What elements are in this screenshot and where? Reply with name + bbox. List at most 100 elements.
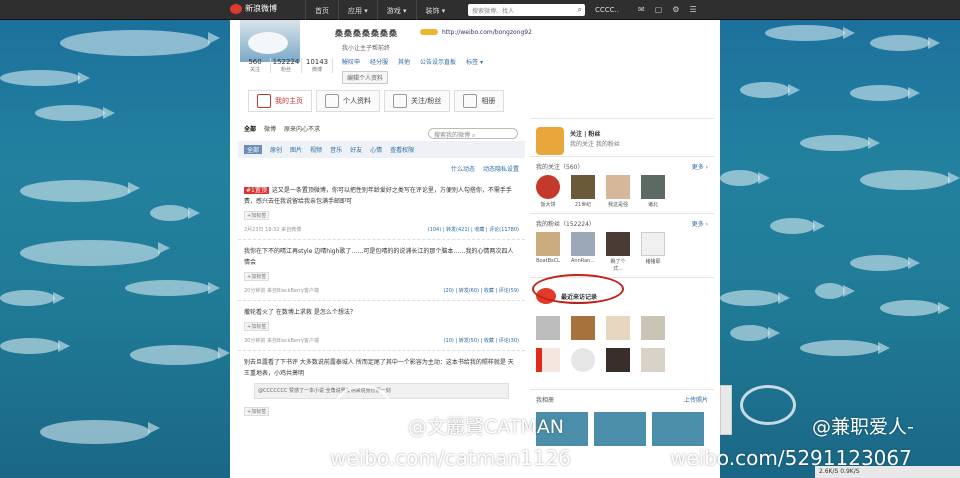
stat-fans[interactable]: 152224 粉丝	[271, 58, 302, 73]
tab-follow[interactable]: 关注/粉丝	[384, 90, 451, 112]
post-actions[interactable]: (104) | 转发(421) | 收藏 | 评论(11780)	[428, 226, 519, 233]
profile-name: 桑桑桑桑桑桑桑	[335, 29, 398, 38]
visitor-avatar[interactable]	[606, 348, 630, 374]
upload-photo-link[interactable]: 上传照片	[684, 395, 708, 404]
type-all[interactable]: 全部	[244, 145, 263, 154]
visitor-avatar[interactable]	[641, 348, 665, 374]
camera-icon	[463, 94, 478, 108]
add-tag-button[interactable]: +加标签	[244, 272, 270, 281]
activity-link[interactable]: 什么动态	[451, 164, 475, 173]
search-icon[interactable]: ⌕	[472, 132, 475, 139]
avatar[interactable]	[240, 20, 300, 62]
nav-decor[interactable]: 装饰 ▾	[415, 0, 455, 20]
app-icon[interactable]	[536, 127, 564, 155]
visitor-avatar[interactable]	[536, 348, 560, 374]
fan-user[interactable]: 瞧了个式...	[606, 232, 630, 272]
post-time[interactable]: 30分钟前 来自BlackBerry客户端	[244, 337, 319, 344]
activity-privacy-link[interactable]: 动态隐私设置	[483, 164, 519, 173]
following-user[interactable]: 21世纪	[571, 175, 595, 208]
type-mood[interactable]: 心情	[370, 145, 382, 154]
more-link[interactable]: 更多 ›	[692, 219, 708, 228]
weibo-logo[interactable]: 新浪微博	[230, 3, 277, 14]
post-text: 撒轮看火了 在数博上求救 是怎么个想法？	[244, 309, 356, 316]
profile-url[interactable]: http://weibo.com/bongzong92	[442, 29, 532, 36]
type-music[interactable]: 音乐	[330, 145, 342, 154]
weibo-eye-icon	[230, 3, 242, 14]
visitors-box: 最近来访记录	[530, 274, 714, 379]
visitor-avatar[interactable]	[606, 316, 630, 342]
weibo-watermark-icon	[740, 385, 796, 425]
gear-icon[interactable]: ⚙	[672, 5, 679, 14]
vip-badge-icon	[420, 29, 438, 35]
visitor-avatar[interactable]	[536, 316, 560, 342]
following-box: 我的关注（560） 更多 › 饭大饼 21世纪 我这是强 诸北	[530, 156, 714, 213]
fan-user[interactable]: BoatBsCL	[536, 232, 560, 272]
profile-page: 桑桑桑桑桑桑桑 http://weibo.com/bongzong92 我小让主…	[230, 20, 720, 478]
message-icon[interactable]: ▢	[655, 5, 663, 14]
top-right-icons: ✉ ▢ ⚙ ☰	[638, 5, 697, 14]
tags-dropdown[interactable]: 标签 ▾	[466, 57, 483, 66]
watermark-url: weibo.com/catman1126	[330, 446, 572, 470]
following-user[interactable]: 诸北	[641, 175, 665, 208]
logo-text: 新浪微博	[245, 4, 277, 13]
feed-settings-links: 什么动态 动态隐私设置	[238, 158, 525, 179]
nav-home[interactable]: 首页	[305, 0, 338, 20]
floating-tools[interactable]	[720, 385, 732, 435]
following-user[interactable]: 饭大饼	[536, 175, 560, 208]
search-input[interactable]: 搜索微博、找人 ⌕	[468, 4, 585, 16]
sidebar: 关注 | 粉丝 我的关注 我的粉丝 我的关注（560） 更多 › 饭大饼 21世纪…	[530, 118, 714, 451]
top-nav: 首页 应用 ▾ 游戏 ▾ 装饰 ▾	[305, 0, 454, 20]
meta-item[interactable]: 经分服	[370, 57, 388, 66]
feed-search-input[interactable]: 搜索我的微博 ⌕	[428, 128, 518, 139]
post-time[interactable]: 2月23日 18:32 来自微博	[244, 226, 301, 233]
search-icon[interactable]: ⌕	[578, 5, 582, 15]
meta-item[interactable]: 公告设示直板	[420, 57, 456, 66]
fans-box: 我的粉丝（152224） 更多 › BoatBsCL AnnRan... 瞧了个式…	[530, 213, 714, 277]
more-link[interactable]: 更多 ›	[692, 162, 708, 171]
watermark-handle: @文麗賢CATMAN	[408, 416, 564, 438]
menu-icon[interactable]: ☰	[689, 5, 696, 14]
following-user[interactable]: 我这是强	[606, 175, 630, 208]
meta-item[interactable]: 其他	[398, 57, 410, 66]
type-privacy[interactable]: 查看权限	[390, 145, 414, 154]
profile-tabs: 我的主页 个人资料 关注/粉丝 相册	[248, 90, 505, 112]
profile-stats: 560 关注 152224 粉丝 10143 微博	[240, 58, 333, 73]
add-tag-button[interactable]: +加标签	[244, 407, 270, 416]
edit-profile-button[interactable]: 编辑个人资料	[342, 71, 389, 84]
filter-custom[interactable]: 原来内心不求	[284, 124, 320, 133]
fan-user[interactable]: 猪猪耶	[641, 232, 665, 272]
type-friends[interactable]: 好友	[350, 145, 362, 154]
add-tag-button[interactable]: +加标签	[244, 322, 270, 331]
nav-apps[interactable]: 应用 ▾	[338, 0, 377, 20]
profile-meta: 鳗叹申 经分服 其他 公告设示直板 标签 ▾	[342, 57, 483, 66]
type-original[interactable]: 原创	[270, 145, 282, 154]
username-link[interactable]: CCCC..	[595, 6, 619, 14]
type-image[interactable]: 图片	[290, 145, 302, 154]
pinned-tag: #1置顶	[244, 187, 269, 194]
post-actions[interactable]: (10) | 转发(50) | 收藏 | 评论(30)	[444, 337, 519, 344]
photo-thumb[interactable]	[652, 412, 704, 446]
network-status-bar: 2.6K/S 0.9K/S	[815, 466, 960, 478]
meta-item[interactable]: 鳗叹申	[342, 57, 360, 66]
tab-album[interactable]: 相册	[454, 90, 505, 112]
filter-all[interactable]: 全部	[244, 124, 256, 133]
tab-home[interactable]: 我的主页	[248, 90, 312, 112]
post-actions[interactable]: (20) | 转发(60) | 收藏 | 评论(59)	[444, 287, 519, 294]
stat-posts[interactable]: 10143 微博	[302, 58, 333, 73]
photo-thumb[interactable]	[594, 412, 646, 446]
nav-games[interactable]: 游戏 ▾	[376, 0, 416, 20]
stat-following[interactable]: 560 关注	[240, 58, 271, 73]
post-item: #1置顶 这又是一条置顶微博，你可以把性别年龄爱好之类写在评论里，方便别人勾搭你，…	[238, 179, 525, 240]
post-time[interactable]: 20分钟前 来自BlackBerry客户端	[244, 287, 319, 294]
tab-profile[interactable]: 个人资料	[316, 90, 380, 112]
type-video[interactable]: 视频	[310, 145, 322, 154]
mail-icon[interactable]: ✉	[638, 5, 645, 14]
filter-weibo[interactable]: 微博	[264, 124, 276, 133]
fan-user[interactable]: AnnRan...	[571, 232, 595, 272]
profile-description: 我小让主子帮前终	[342, 45, 391, 52]
add-tag-button[interactable]: +加标签	[244, 211, 270, 220]
visitor-avatar[interactable]	[641, 316, 665, 342]
visitor-avatar[interactable]	[571, 348, 595, 374]
post-text: 我你在下不的晴江再style 边晴high歌了……可是包晴的的说浦长江的那个脑本…	[244, 248, 514, 266]
visitor-avatar[interactable]	[571, 316, 595, 342]
